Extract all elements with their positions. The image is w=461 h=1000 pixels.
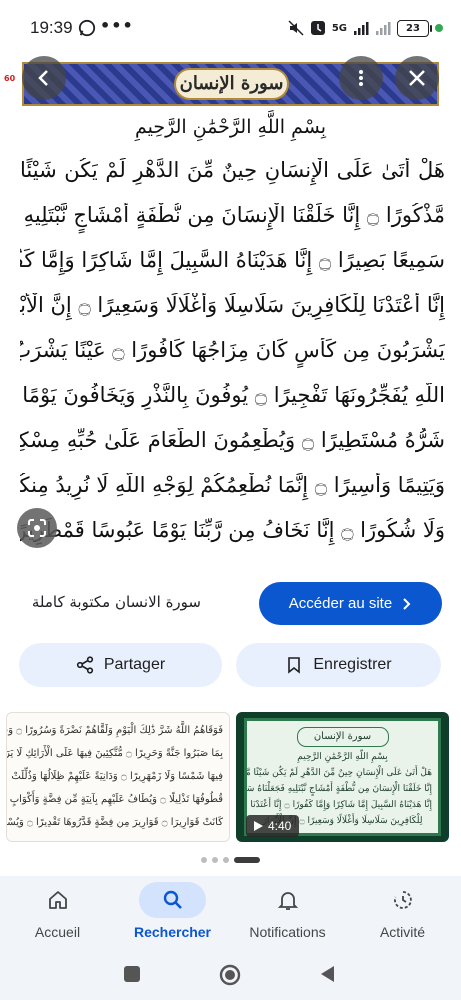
back-button[interactable] bbox=[22, 56, 66, 100]
lens-button[interactable] bbox=[17, 508, 57, 548]
back-nav-icon[interactable] bbox=[318, 964, 338, 984]
privacy-dot bbox=[435, 24, 443, 32]
bookmark-icon bbox=[288, 657, 301, 674]
share-label: Partager bbox=[103, 656, 166, 673]
bell-icon bbox=[277, 892, 298, 910]
nav-item-notifications[interactable]: Notifications bbox=[230, 876, 345, 950]
verse-line: وَلَا شُكُورًا ۝ إِنَّا نَخَافُ مِن رَّب… bbox=[20, 518, 445, 542]
nav-label: Rechercher bbox=[133, 924, 212, 940]
thumb-text-line: إِنَّا هَدَيْنَاهُ السَّبِيلَ إِمَّا شَا… bbox=[250, 800, 432, 810]
thumb-text-line: بِسْمِ اللَّهِ الرَّحْمَٰنِ الرَّحِيمِ bbox=[297, 752, 388, 762]
chevron-right-icon bbox=[403, 597, 411, 610]
status-time: 19:39 bbox=[30, 18, 73, 37]
verse-line: هَلْ أَتَىٰ عَلَى الْإِنسَانِ حِينٌ مِّن… bbox=[20, 158, 445, 182]
search-icon bbox=[163, 890, 182, 909]
verse-line: سَمِيعًا بَصِيرًا ۝ إِنَّا هَدَيْنَاهُ ا… bbox=[20, 248, 445, 272]
nav-label: Activité bbox=[379, 924, 426, 940]
nav-pill bbox=[139, 882, 206, 918]
thumb-text-line: هَلْ أَتَىٰ عَلَى الْإِنسَانِ حِينٌ مِّن… bbox=[247, 768, 432, 778]
verse-line: مَّذْكُورًا ۝ إِنَّا خَلَقْنَا الْإِنسَا… bbox=[20, 203, 445, 227]
thumb-text-line: فَوَقَاهُمُ اللَّهُ شَرَّ ذَٰلِكَ الْيَو… bbox=[7, 725, 223, 736]
play-icon bbox=[254, 821, 263, 831]
nav-label: Accueil bbox=[34, 924, 81, 940]
more-options-button[interactable] bbox=[339, 56, 383, 100]
source-title[interactable]: سورة الانسان مكتوبة كاملة bbox=[32, 593, 201, 611]
nav-item-home[interactable]: Accueil bbox=[0, 876, 115, 950]
signal-icon bbox=[354, 22, 369, 35]
thumb-text-line: إِنَّا خَلَقْنَا الْإِنسَانَ مِن نُّطْفَ… bbox=[247, 784, 432, 794]
activity-icon bbox=[393, 891, 412, 909]
nav-item-search[interactable]: Rechercher bbox=[115, 876, 230, 950]
share-button[interactable]: Partager bbox=[19, 643, 222, 687]
visit-site-button[interactable]: Accéder au site bbox=[259, 582, 442, 625]
verse-line: شَرُّهُ مُسْتَطِيرًا ۝ وَيُطْعِمُونَ الط… bbox=[20, 428, 445, 452]
lens-icon bbox=[28, 519, 46, 537]
save-label: Enregistrer bbox=[313, 656, 392, 673]
pager-dot-active bbox=[234, 857, 260, 863]
signal-icon-2 bbox=[376, 22, 391, 35]
battery-icon: 23 bbox=[397, 19, 432, 37]
more-dots-icon: ••• bbox=[100, 16, 134, 35]
more-vert-icon bbox=[359, 70, 363, 86]
back-arrow-icon bbox=[38, 70, 48, 86]
nav-label: Notifications bbox=[249, 924, 326, 940]
verse-line: اللَّهِ يُفَجِّرُونَهَا تَفْجِيرًا ۝ يُو… bbox=[20, 383, 445, 407]
save-button[interactable]: Enregistrer bbox=[236, 643, 441, 687]
nav-item-activity[interactable]: Activité bbox=[345, 876, 460, 950]
thumb-text-line: فِيهَا شَمْسًا وَلَا زَمْهَرِيرًا ۝ وَدَ… bbox=[11, 771, 223, 782]
network-label: 5G bbox=[331, 22, 347, 34]
related-thumbnail[interactable]: فَوَقَاهُمُ اللَّهُ شَرَّ ذَٰلِكَ الْيَو… bbox=[6, 712, 230, 842]
home-icon bbox=[48, 891, 67, 909]
recents-icon[interactable] bbox=[122, 964, 142, 984]
thumb-text-line: قُطُوفُهَا تَذْلِيلًا ۝ وَيُطَافُ عَلَيْ… bbox=[9, 794, 223, 805]
pager-dot bbox=[201, 857, 207, 863]
page-side-number: 60 bbox=[4, 74, 16, 83]
nav-pill bbox=[24, 882, 91, 918]
pager-dot bbox=[212, 857, 218, 863]
mute-icon bbox=[288, 20, 304, 36]
carousel-pager bbox=[0, 857, 461, 863]
surah-title: سورة الإنسان bbox=[174, 68, 289, 100]
close-icon bbox=[409, 70, 425, 86]
verse-line: يَشْرَبُونَ مِن كَأْسٍ كَانَ مِزَاجُهَا … bbox=[20, 338, 445, 362]
close-button[interactable] bbox=[395, 56, 439, 100]
whatsapp-icon bbox=[78, 19, 96, 37]
basmala: بِسْمِ اللَّهِ الرَّحْمَٰنِ الرَّحِيمِ bbox=[135, 116, 326, 138]
alarm-icon bbox=[310, 21, 325, 35]
status-icons: 5G 23 bbox=[288, 16, 443, 40]
verse-line: إِنَّا أَعْتَدْنَا لِلْكَافِرِينَ سَلَاس… bbox=[20, 293, 445, 317]
battery-level: 23 bbox=[406, 22, 420, 34]
share-icon bbox=[76, 656, 93, 674]
verses-text: هَلْ أَتَىٰ عَلَى الْإِنسَانِ حِينٌ مِّن… bbox=[20, 158, 445, 563]
thumb-text-line: بِمَا صَبَرُوا جَنَّةً وَحَرِيرًا ۝ مُّت… bbox=[7, 748, 223, 759]
thumb-surah-title: سورة الإنسان bbox=[296, 727, 389, 747]
home-button-icon[interactable] bbox=[219, 964, 241, 986]
thumb-text-line: كَانَتْ قَوَارِيرَا ۝ قَوَارِيرَ مِن فِض… bbox=[7, 817, 223, 828]
video-duration-badge: 4:40 bbox=[246, 815, 300, 837]
verse-line: وَيَتِيمًا وَأَسِيرًا ۝ إِنَّمَا نُطْعِم… bbox=[20, 473, 445, 497]
bottom-nav: Accueil Rechercher Notifications Activit… bbox=[0, 876, 461, 950]
pager-dot bbox=[223, 857, 229, 863]
nav-pill bbox=[369, 882, 436, 918]
nav-pill bbox=[254, 882, 321, 918]
image-viewer[interactable]: 60 سورة الإنسان بِسْمِ اللَّهِ الرَّحْمَ… bbox=[0, 40, 461, 570]
video-duration: 4:40 bbox=[268, 819, 292, 833]
visit-site-label: Accéder au site bbox=[288, 595, 393, 612]
system-nav-bar bbox=[0, 950, 461, 1000]
